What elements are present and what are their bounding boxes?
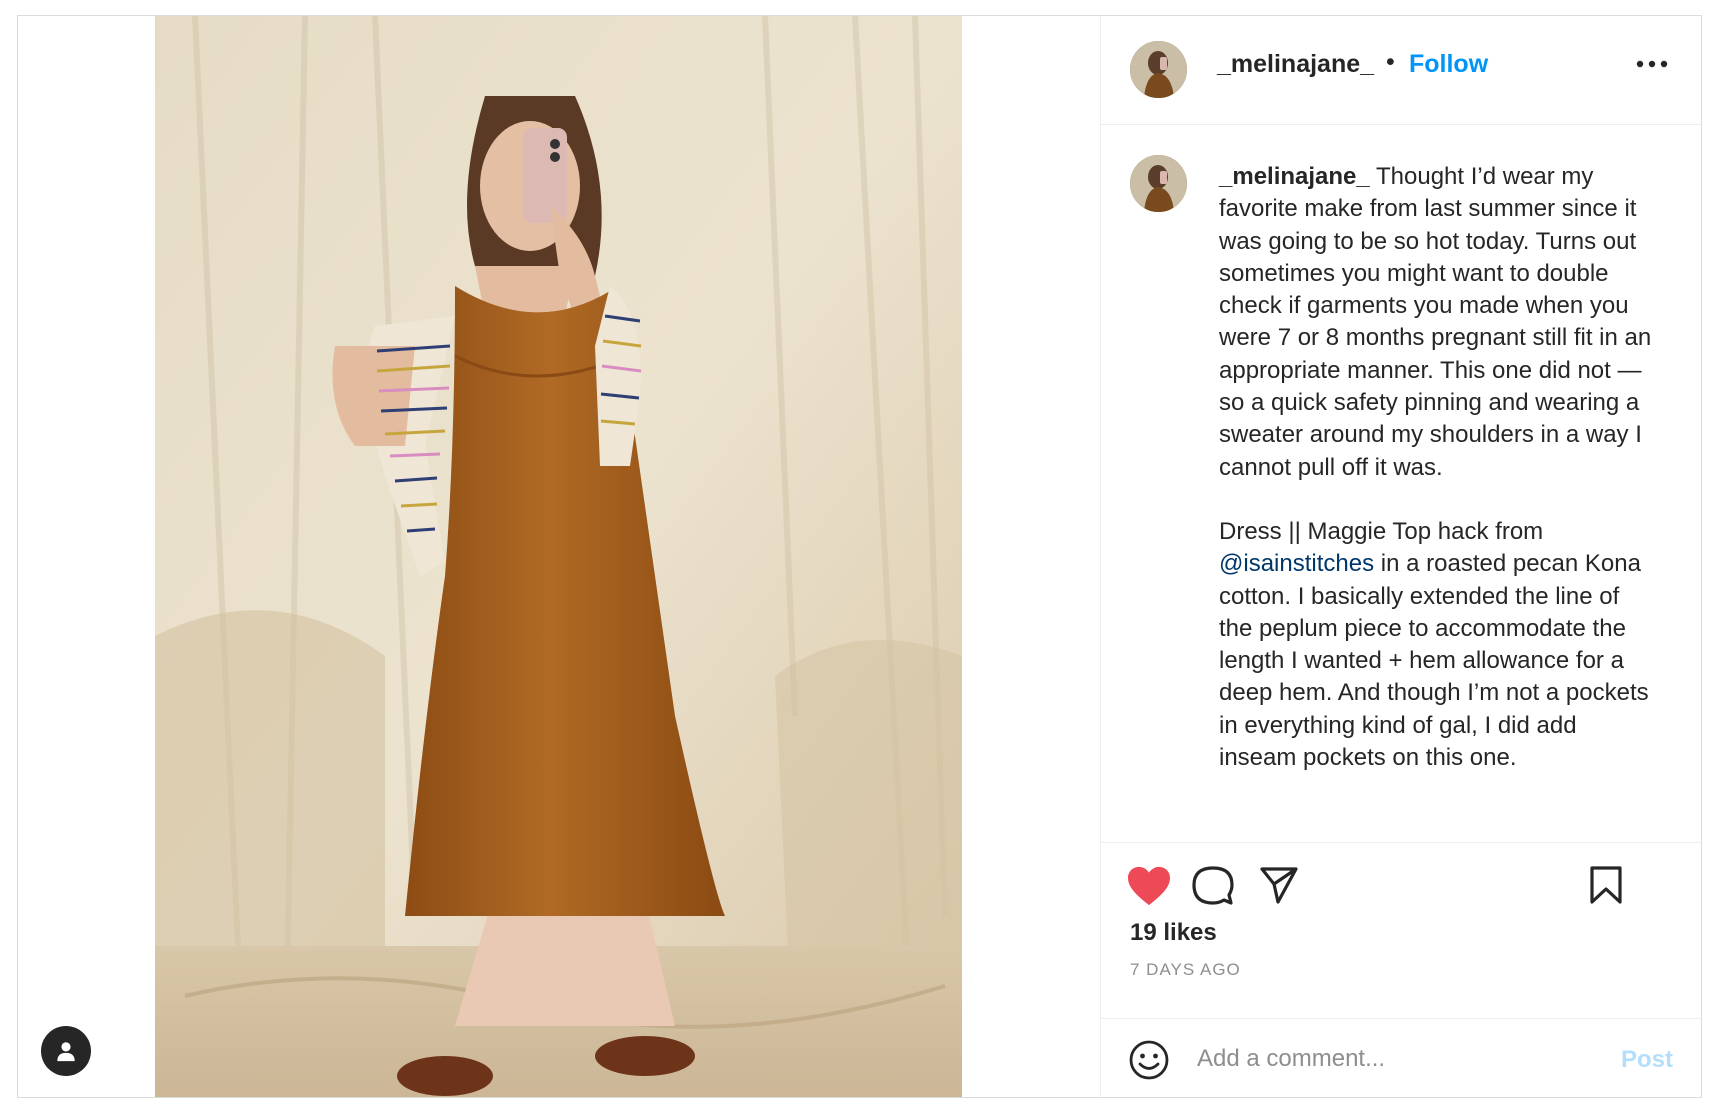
tagged-users-button[interactable] [41,1026,91,1076]
header-username[interactable]: _melinajane_ [1217,50,1374,79]
comment-input[interactable] [1197,1039,1557,1079]
post-timestamp[interactable]: 7 DAYS AGO [1130,960,1241,980]
caption-paragraph-2-end: in a roasted pecan Kona cotton. I basica… [1219,550,1649,772]
caption-paragraph-2-start: Dress || Maggie Top hack from [1219,517,1544,545]
caption-paragraph-1: Thought I’d wear my favorite make from l… [1219,163,1652,481]
share-icon[interactable] [1259,865,1299,905]
action-bar: 19 likes 7 DAYS AGO [1101,842,1701,1018]
caption-username[interactable]: _melinajane_ [1219,163,1370,190]
avatar-image [1130,155,1187,212]
post-comment-button[interactable]: Post [1621,1046,1673,1074]
caption-section: _melinajane_ Thought I’d wear my favorit… [1101,125,1701,842]
like-heart-icon[interactable] [1126,865,1172,907]
bookmark-icon[interactable] [1589,865,1623,905]
post-card: _melinajane_ • Follow _melinajane_ Thoug… [17,15,1702,1098]
post-photo[interactable] [155,16,962,1097]
post-header: _melinajane_ • Follow [1101,16,1701,125]
avatar-image [1130,41,1187,98]
separator-dot: • [1386,48,1395,76]
caption-text: _melinajane_ Thought I’d wear my favorit… [1219,161,1659,774]
post-media [18,16,1100,1097]
comment-bar: Post [1101,1018,1701,1097]
emoji-icon[interactable] [1129,1040,1169,1080]
person-icon [57,1042,75,1062]
likes-count[interactable]: 19 likes [1130,919,1217,947]
avatar[interactable] [1130,41,1187,98]
comment-icon[interactable] [1192,865,1234,907]
follow-button[interactable]: Follow [1409,50,1488,79]
mention-link[interactable]: @isainstitches [1219,550,1374,577]
photo-image [155,16,962,1097]
post-sidebar: _melinajane_ • Follow _melinajane_ Thoug… [1100,16,1701,1097]
caption-avatar[interactable] [1130,155,1187,212]
more-options-icon[interactable] [1634,56,1670,72]
